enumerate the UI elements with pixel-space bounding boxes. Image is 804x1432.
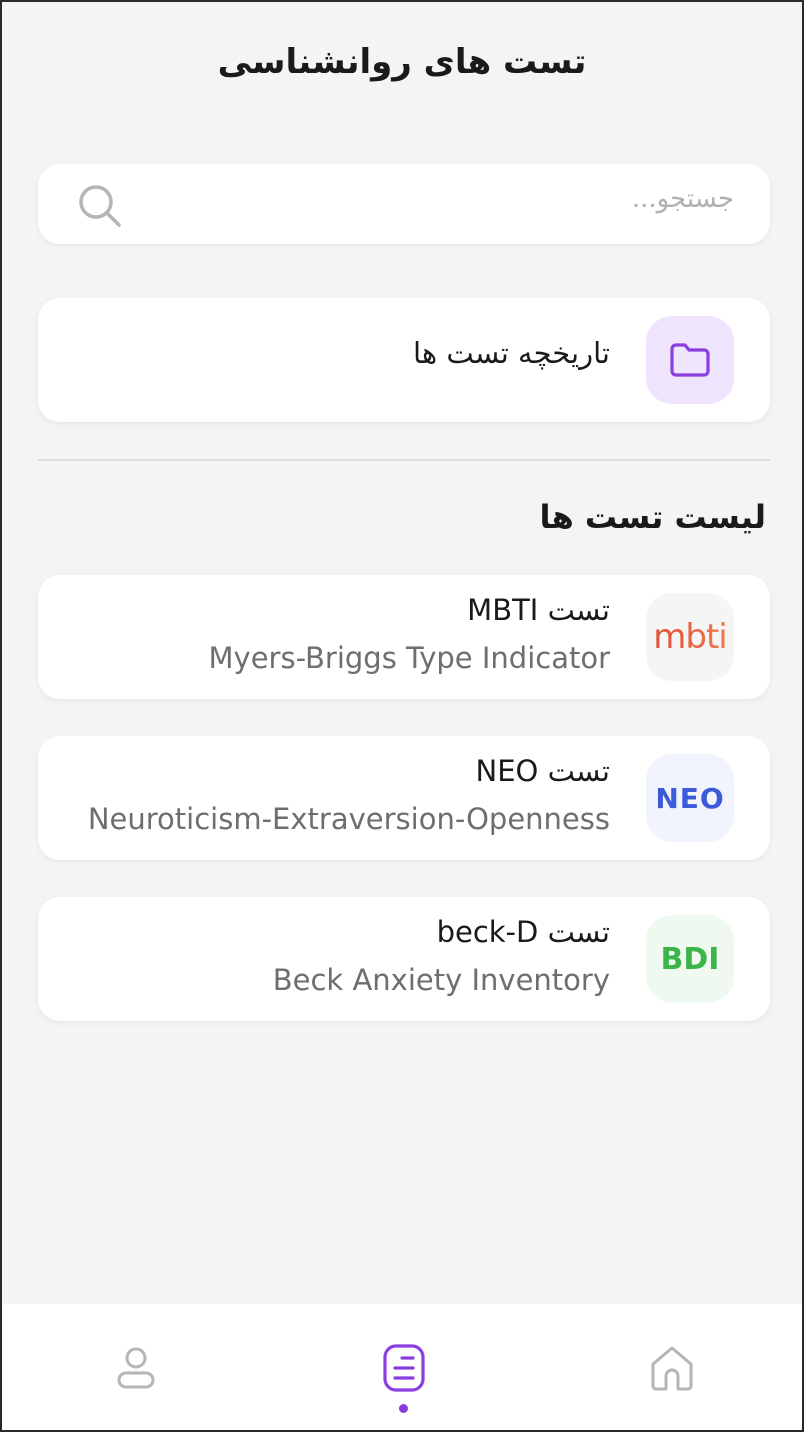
search-icon[interactable] bbox=[76, 182, 124, 230]
page-title: تست های روانشناسی bbox=[217, 42, 587, 82]
test-title: تست beck-D bbox=[436, 915, 610, 949]
test-subtitle: Myers-Briggs Type Indicator bbox=[208, 641, 610, 675]
test-card-beck[interactable]: BDI تست beck-D Beck Anxiety Inventory bbox=[38, 897, 770, 1021]
bdi-logo-text: BDI bbox=[660, 941, 720, 977]
folder-icon bbox=[670, 343, 710, 377]
test-card-mbti[interactable]: mbti تست MBTI Myers-Briggs Type Indicato… bbox=[38, 575, 770, 699]
search-input[interactable]: جستجو... bbox=[38, 164, 770, 244]
home-icon[interactable] bbox=[646, 1342, 698, 1394]
bottom-nav bbox=[2, 1304, 802, 1430]
test-history-card[interactable]: تاریخچه تست ها bbox=[38, 298, 770, 422]
folder-icon-badge bbox=[646, 316, 734, 404]
test-title: تست NEO bbox=[475, 754, 610, 788]
test-subtitle: Beck Anxiety Inventory bbox=[272, 963, 610, 997]
search-placeholder: جستجو... bbox=[631, 184, 734, 214]
mbti-logo-text: mbti bbox=[653, 617, 727, 657]
tests-list-heading: لیست تست ها bbox=[539, 498, 766, 536]
tests-list-icon[interactable] bbox=[378, 1342, 430, 1394]
active-tab-indicator bbox=[399, 1404, 408, 1413]
neo-logo: NEO bbox=[646, 754, 734, 842]
neo-logo-text: NEO bbox=[655, 781, 725, 815]
divider bbox=[38, 459, 770, 461]
test-subtitle: Neuroticism-Extraversion-Openness bbox=[87, 802, 610, 836]
profile-icon[interactable] bbox=[110, 1342, 162, 1394]
test-history-label: تاریخچه تست ها bbox=[413, 336, 610, 370]
mbti-logo: mbti bbox=[646, 593, 734, 681]
test-title: تست MBTI bbox=[467, 593, 610, 627]
test-card-neo[interactable]: NEO تست NEO Neuroticism-Extraversion-Ope… bbox=[38, 736, 770, 860]
bdi-logo: BDI bbox=[646, 915, 734, 1003]
